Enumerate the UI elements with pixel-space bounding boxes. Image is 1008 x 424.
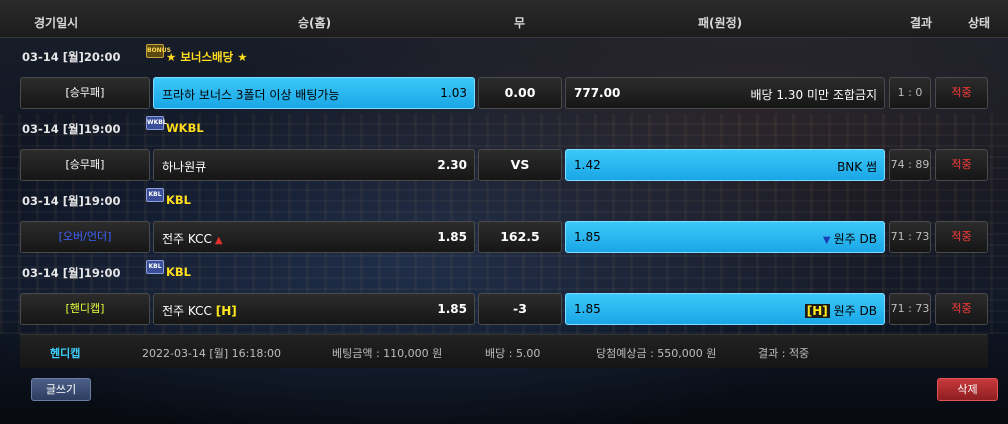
away-team-name: ▼ 원주 DB [822, 232, 877, 246]
bet-row: [승무패] 프라하 보너스 3폴더 이상 배팅가능 1.03 0.00 777.… [0, 77, 1008, 111]
header-away: 패(원정) [698, 16, 743, 30]
league-name: ★ 보너스배당 ★ [166, 50, 248, 64]
status-badge: 적중 [935, 149, 988, 181]
summary-kind: 헨디캡 [50, 347, 81, 360]
bet-type: [핸디캡] [20, 293, 150, 325]
header-result: 결과 [910, 16, 933, 30]
game-datetime: 03-14 [월]19:00 [22, 266, 121, 280]
status-badge: 적중 [935, 221, 988, 253]
summary-result: 결과 : 적중 [758, 347, 810, 360]
league-name: KBL [166, 193, 192, 207]
home-pick[interactable]: 전주 KCC [H] 1.85 [153, 293, 475, 325]
bet-history-panel: 경기일시 승(홈) 무 패(원정) 결과 상태 03-14 [월]20:00 B… [0, 0, 1008, 424]
bonus-league-icon: BONUS [146, 44, 171, 58]
header-draw: 무 [514, 16, 526, 30]
draw-pick[interactable]: 0.00 [478, 77, 562, 109]
kbl-league-icon: KBL [146, 260, 164, 274]
game-result: 1 : 0 [889, 77, 931, 109]
home-team-name: 프라하 보너스 3폴더 이상 배팅가능 [162, 88, 340, 102]
away-pick[interactable]: 1.85 [H] 원주 DB [565, 293, 885, 325]
game-result: 71 : 73 [889, 221, 931, 253]
summary-expected: 당첨예상금 : 550,000 원 [596, 347, 717, 360]
away-odds: 1.85 [574, 302, 601, 316]
game-datetime: 03-14 [월]19:00 [22, 122, 121, 136]
home-pick[interactable]: 하나원큐 2.30 [153, 149, 475, 181]
draw-pick[interactable]: 162.5 [478, 221, 562, 253]
home-team-name: 전주 KCC ▲ [162, 232, 223, 246]
away-odds: 1.42 [574, 158, 601, 172]
away-pick[interactable]: 1.42 BNK 썸 [565, 149, 885, 181]
game-info-row: 03-14 [월]19:00 KBL KBL [0, 260, 1008, 282]
away-team-name: BNK 썸 [837, 160, 877, 174]
away-odds: 1.85 [574, 230, 601, 244]
delete-button[interactable]: 삭제 [937, 378, 998, 401]
kbl-league-icon: KBL [146, 188, 164, 202]
league-name: WKBL [166, 121, 204, 135]
bet-type: [승무패] [20, 77, 150, 109]
draw-pick[interactable]: -3 [478, 293, 562, 325]
summary-odds: 배당 : 5.00 [485, 347, 541, 360]
home-odds: 1.85 [437, 230, 467, 244]
game-info-row: 03-14 [월]20:00 BONUS ★ 보너스배당 ★ [0, 44, 1008, 66]
table-header: 경기일시 승(홈) 무 패(원정) 결과 상태 [0, 0, 1008, 38]
wkbl-league-icon: WKBL [146, 116, 167, 130]
handicap-marker: [H] [804, 304, 830, 318]
write-button[interactable]: 글쓰기 [31, 378, 91, 401]
bet-row: [오버/언더] 전주 KCC ▲ 1.85 162.5 1.85 ▼ 원주 DB 7… [0, 221, 1008, 255]
header-status: 상태 [968, 16, 991, 30]
home-pick[interactable]: 전주 KCC ▲ 1.85 [153, 221, 475, 253]
header-date: 경기일시 [34, 16, 79, 30]
away-pick[interactable]: 1.85 ▼ 원주 DB [565, 221, 885, 253]
handicap-marker: [H] [215, 304, 237, 318]
summary-bet-amount: 베팅금액 : 110,000 원 [332, 347, 443, 360]
home-team-name: 전주 KCC [H] [162, 304, 237, 318]
game-info-row: 03-14 [월]19:00 WKBL WKBL [0, 116, 1008, 138]
away-odds: 777.00 [574, 86, 621, 100]
league-name: KBL [166, 265, 192, 279]
away-team-name: [H] 원주 DB [804, 304, 877, 318]
away-team-name: 배당 1.30 미만 조합금지 [750, 88, 877, 102]
under-arrow-down-icon: ▼ [822, 235, 831, 246]
game-result: 74 : 89 [889, 149, 931, 181]
away-pick[interactable]: 777.00 배당 1.30 미만 조합금지 [565, 77, 885, 109]
bet-row: [승무패] 하나원큐 2.30 VS 1.42 BNK 썸 74 : 89 적중 [0, 149, 1008, 183]
game-info-row: 03-14 [월]19:00 KBL KBL [0, 188, 1008, 210]
home-pick[interactable]: 프라하 보너스 3폴더 이상 배팅가능 1.03 [153, 77, 475, 109]
bet-type: [오버/언더] [20, 221, 150, 253]
header-home: 승(홈) [298, 16, 332, 30]
game-datetime: 03-14 [월]19:00 [22, 194, 121, 208]
draw-pick[interactable]: VS [478, 149, 562, 181]
game-datetime: 03-14 [월]20:00 [22, 50, 121, 64]
summary-datetime: 2022-03-14 [월] 16:18:00 [142, 347, 282, 360]
status-badge: 적중 [935, 293, 988, 325]
home-odds: 1.85 [437, 302, 467, 316]
bet-summary: 헨디캡 2022-03-14 [월] 16:18:00 베팅금액 : 110,0… [20, 334, 988, 368]
home-team-name: 하나원큐 [162, 160, 207, 174]
home-odds: 2.30 [437, 158, 467, 172]
home-odds: 1.03 [440, 86, 467, 100]
over-arrow-up-icon: ▲ [214, 235, 223, 246]
game-result: 71 : 73 [889, 293, 931, 325]
bet-type: [승무패] [20, 149, 150, 181]
bet-row: [핸디캡] 전주 KCC [H] 1.85 -3 1.85 [H] 원주 DB … [0, 293, 1008, 327]
status-badge: 적중 [935, 77, 988, 109]
